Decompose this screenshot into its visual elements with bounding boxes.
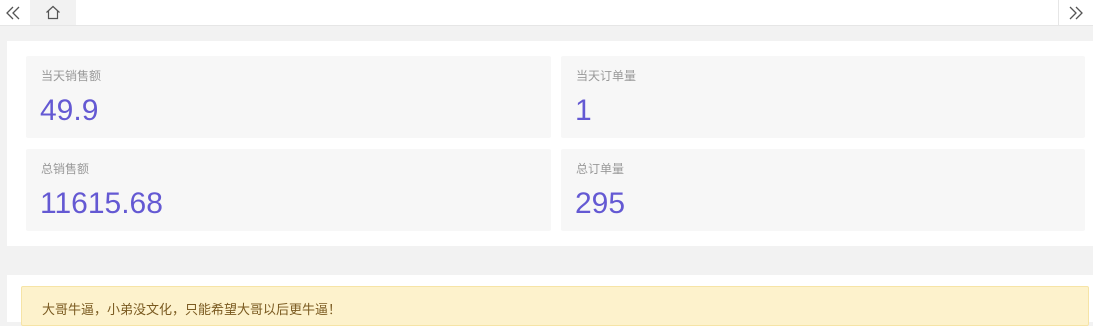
tab-home[interactable] [30,0,76,25]
stat-card-today-sales: 当天销售额 49.9 [26,56,551,138]
stat-label: 总销售额 [41,162,90,176]
stat-label: 总订单量 [576,162,625,176]
notice-text: 大哥牛逼，小弟没文化，只能希望大哥以后更牛逼！ [42,303,342,318]
tab-scroll-left-button[interactable] [0,0,26,25]
notice-panel: 大哥牛逼，小弟没文化，只能希望大哥以后更牛逼！ [7,275,1093,326]
stat-card-today-orders: 当天订单量 1 [561,56,1085,138]
stat-label: 当天销售额 [41,69,102,83]
stats-panel: 当天销售额 49.9 当天订单量 1 总销售额 11615.68 总订单量 29… [7,41,1093,246]
tab-bar [0,0,1093,26]
double-chevron-left-icon [6,6,20,19]
stat-value: 49.9 [40,94,99,127]
stat-card-total-orders: 总订单量 295 [561,149,1085,231]
tab-scroll-right-button[interactable] [1058,0,1093,25]
double-chevron-right-icon [1069,6,1083,19]
stat-value: 11615.68 [40,187,163,220]
stat-label: 当天订单量 [576,69,637,83]
home-icon [46,5,60,20]
stat-value: 1 [575,94,592,127]
stat-value: 295 [575,187,626,220]
stat-card-total-sales: 总销售额 11615.68 [26,149,551,231]
notice-alert: 大哥牛逼，小弟没文化，只能希望大哥以后更牛逼！ [21,286,1089,326]
